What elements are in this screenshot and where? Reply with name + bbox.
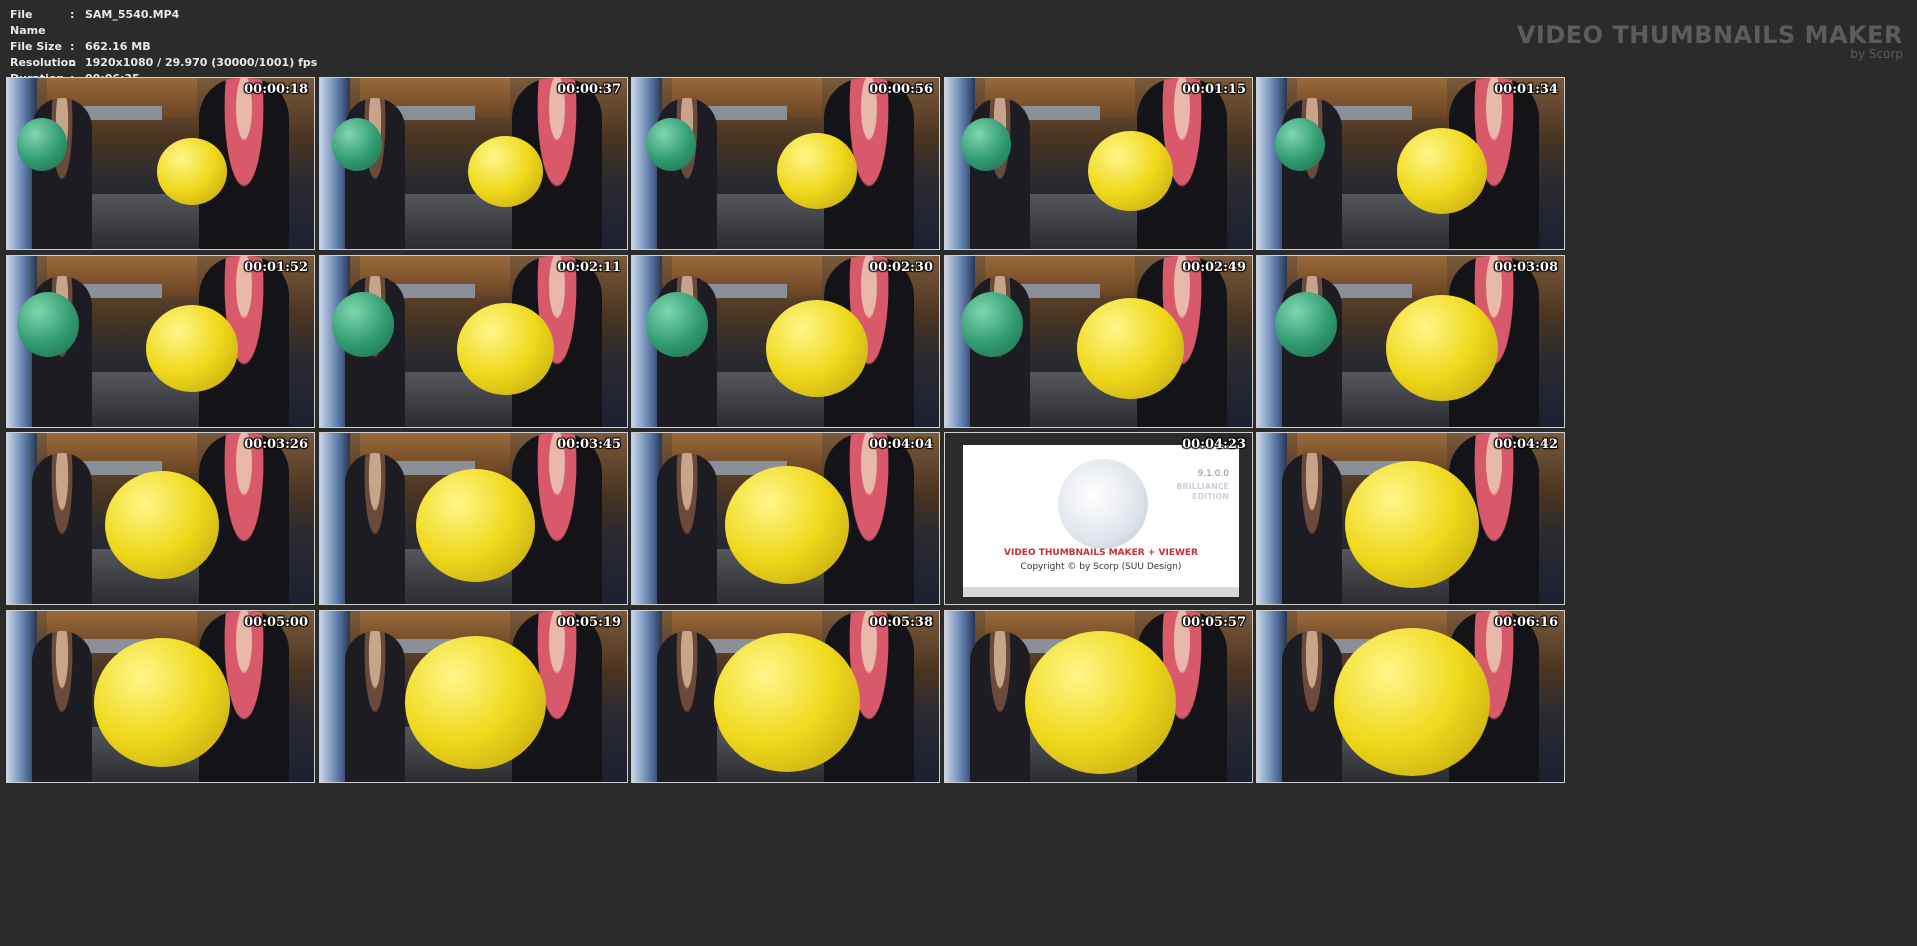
timestamp: 00:02:49	[1182, 260, 1246, 275]
yellow-balloon	[766, 300, 868, 397]
timestamp: 00:02:30	[869, 260, 933, 275]
video-thumbnail[interactable]: 00:03:08	[1256, 255, 1565, 428]
timestamp: 00:04:23	[1182, 437, 1246, 452]
timestamp: 00:02:11	[557, 260, 621, 275]
green-balloon	[17, 118, 67, 171]
yellow-balloon	[467, 135, 543, 207]
video-thumbnail[interactable]: 00:00:37	[319, 77, 628, 250]
file-name-row: File Name : SAM_5540.MP4	[10, 7, 317, 39]
splash-edition: BRILLIANCE EDITION	[1176, 482, 1229, 502]
video-thumbnail[interactable]: 00:01:15	[944, 77, 1253, 250]
timestamp: 00:03:26	[244, 437, 308, 452]
yellow-balloon	[1076, 297, 1184, 400]
edition-line-2: EDITION	[1191, 492, 1229, 501]
splash-progress-bar	[963, 587, 1239, 597]
file-size-row: File Size : 662.16 MB	[10, 39, 317, 55]
timestamp: 00:00:37	[557, 82, 621, 97]
video-thumbnail[interactable]: 00:05:00	[6, 610, 315, 783]
file-name-value: SAM_5540.MP4	[85, 8, 180, 21]
video-thumbnail[interactable]: 00:03:26	[6, 432, 315, 605]
yellow-balloon	[1345, 461, 1479, 589]
splash-screen: 9.1.0.0 BRILLIANCE EDITION VIDEO THUMBNAILS…	[963, 445, 1239, 597]
yellow-balloon	[725, 466, 849, 584]
yellow-balloon	[777, 133, 857, 209]
video-thumbnail[interactable]: 00:05:38	[631, 610, 940, 783]
timestamp: 00:05:38	[869, 615, 933, 630]
timestamp: 00:01:15	[1182, 82, 1246, 97]
video-thumbnail[interactable]: 00:06:16	[1256, 610, 1565, 783]
timestamp: 00:05:57	[1182, 615, 1246, 630]
video-thumbnail[interactable]: 00:01:34	[1256, 77, 1565, 250]
video-thumbnail[interactable]: 00:00:56	[631, 77, 940, 250]
video-thumbnail[interactable]: 00:02:49	[944, 255, 1253, 428]
yellow-balloon	[415, 468, 535, 582]
separator: :	[70, 8, 75, 21]
yellow-balloon	[1386, 295, 1498, 402]
timestamp: 00:03:08	[1494, 260, 1558, 275]
separator: :	[70, 56, 75, 69]
video-thumbnail[interactable]: 00:03:45	[319, 432, 628, 605]
yellow-balloon	[1334, 628, 1490, 777]
video-thumbnail[interactable]: 00:00:18	[6, 77, 315, 250]
brand-watermark: VIDEO THUMBNAILS MAKER by Scorp	[1517, 22, 1903, 61]
video-thumbnail[interactable]: 00:02:11	[319, 255, 628, 428]
video-thumbnail[interactable]: 00:05:57	[944, 610, 1253, 783]
timestamp: 00:06:16	[1494, 615, 1558, 630]
video-thumbnail[interactable]: 00:02:30	[631, 255, 940, 428]
timestamp: 00:01:34	[1494, 82, 1558, 97]
video-thumbnail[interactable]: 00:01:52	[6, 255, 315, 428]
green-balloon	[332, 292, 394, 358]
resolution-row: Resolution : 1920x1080 / 29.970 (30000/1…	[10, 55, 317, 71]
video-thumbnail[interactable]: 00:04:42	[1256, 432, 1565, 605]
timestamp: 00:03:45	[557, 437, 621, 452]
yellow-balloon	[404, 635, 546, 770]
yellow-balloon	[1087, 130, 1173, 212]
resolution-label: Resolution	[10, 56, 77, 69]
green-balloon	[332, 118, 382, 171]
timestamp: 00:05:00	[244, 615, 308, 630]
timestamp: 00:04:42	[1494, 437, 1558, 452]
yellow-balloon	[94, 638, 230, 768]
owl-logo-icon	[1058, 459, 1148, 549]
file-size-value: 662.16 MB	[85, 40, 151, 53]
file-name-label: File Name	[10, 8, 46, 37]
timestamp: 00:01:52	[244, 260, 308, 275]
timestamp: 00:00:56	[869, 82, 933, 97]
file-size-label: File Size	[10, 40, 62, 53]
yellow-balloon	[1024, 630, 1176, 774]
video-thumbnail[interactable]: 00:05:19	[319, 610, 628, 783]
yellow-balloon	[1397, 128, 1487, 214]
yellow-balloon	[714, 633, 860, 772]
green-balloon	[961, 292, 1023, 358]
brand-title: VIDEO THUMBNAILS MAKER	[1516, 21, 1903, 49]
green-balloon	[1275, 292, 1337, 358]
yellow-balloon	[105, 471, 219, 580]
header: File Name : SAM_5540.MP4 File Size : 662…	[0, 0, 1917, 85]
timestamp: 00:00:18	[244, 82, 308, 97]
brand-author: by Scorp	[1850, 47, 1903, 61]
green-balloon	[1275, 118, 1325, 171]
timestamp: 00:04:04	[869, 437, 933, 452]
video-thumbnail[interactable]: 9.1.0.0 BRILLIANCE EDITION VIDEO THUMBNAILS…	[944, 432, 1253, 605]
green-balloon	[646, 118, 696, 171]
video-thumbnail[interactable]: 00:04:04	[631, 432, 940, 605]
yellow-balloon	[157, 138, 227, 205]
yellow-balloon	[146, 305, 238, 393]
yellow-balloon	[456, 302, 554, 395]
resolution-value: 1920x1080 / 29.970 (30000/1001) fps	[85, 56, 318, 69]
edition-line-1: BRILLIANCE	[1176, 482, 1229, 491]
timestamp: 00:05:19	[557, 615, 621, 630]
splash-product-name: VIDEO THUMBNAILS MAKER + VIEWER	[1004, 548, 1198, 558]
green-balloon	[961, 118, 1011, 171]
green-balloon	[17, 292, 79, 358]
green-balloon	[646, 292, 708, 358]
separator: :	[70, 40, 75, 53]
splash-version: 9.1.0.0	[1197, 469, 1230, 479]
splash-copyright: Copyright © by Scorp (SUU Design)	[1020, 562, 1182, 572]
file-info: File Name : SAM_5540.MP4 File Size : 662…	[10, 7, 317, 87]
